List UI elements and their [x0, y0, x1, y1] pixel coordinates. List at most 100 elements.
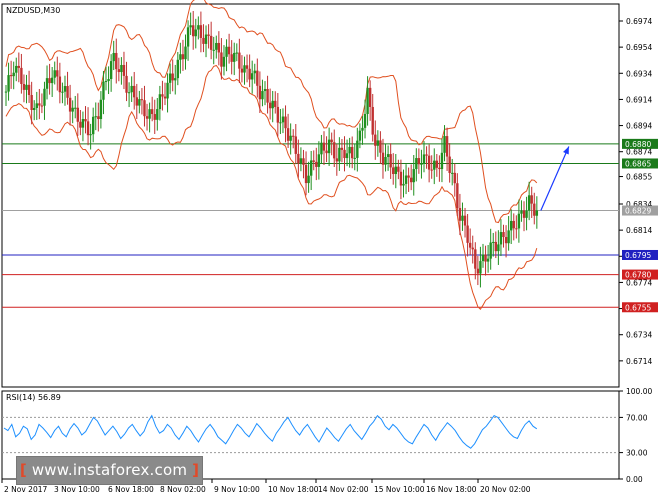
y-tick-label: 0.6894	[626, 122, 652, 131]
rsi-tick-label: 100.00	[626, 387, 652, 396]
rsi-tick-label: 30.00	[626, 449, 648, 458]
main-panel	[1, 3, 620, 388]
candle-body	[379, 140, 382, 153]
candle-body	[174, 78, 177, 81]
candle-body	[412, 169, 415, 183]
candle-body	[12, 72, 15, 77]
candle-body	[486, 258, 490, 262]
candle-body	[220, 52, 223, 67]
candle-body	[394, 166, 397, 175]
x-tick-label: 8 Nov 02:00	[160, 485, 206, 494]
candle-body	[22, 83, 26, 90]
y-tick-label: 0.6914	[626, 95, 652, 104]
rsi-tick-label: 70.00	[626, 413, 648, 422]
candle-body	[327, 139, 331, 154]
candle-body	[115, 52, 118, 70]
candle-body	[45, 78, 49, 89]
candle-body	[425, 154, 428, 156]
candle-body	[89, 134, 92, 136]
candle-body	[33, 107, 36, 111]
candle-body	[120, 64, 123, 73]
y-tick-label: 0.6934	[626, 69, 652, 78]
candle-body	[356, 140, 359, 158]
candle-body	[299, 158, 303, 164]
candle-body	[286, 128, 290, 141]
candle-body	[456, 183, 459, 209]
candle-body	[171, 73, 174, 81]
candle-body	[148, 109, 151, 119]
x-tick-label: 14 Nov 02:00	[318, 485, 369, 494]
candle-body	[204, 34, 208, 44]
candle-body	[389, 154, 392, 168]
candle-body	[443, 136, 446, 153]
candle-body	[358, 130, 362, 141]
candle-body	[466, 225, 469, 243]
candle-body	[76, 107, 80, 122]
candle-body	[522, 210, 526, 218]
candle-body	[243, 65, 246, 73]
candle-body	[20, 67, 23, 84]
candle-body	[199, 25, 203, 38]
candle-body	[368, 87, 372, 107]
candle-body	[525, 210, 528, 218]
candle-body	[527, 195, 531, 211]
candle-body	[427, 155, 431, 170]
candle-body	[97, 116, 100, 120]
candle-body	[63, 86, 67, 92]
candle-body	[453, 172, 456, 184]
candle-body	[240, 68, 244, 73]
x-tick-label: 3 Nov 10:00	[54, 485, 100, 494]
candle-body	[435, 160, 439, 168]
candle-body	[140, 99, 144, 101]
candle-body	[217, 42, 221, 53]
candle-body	[104, 81, 108, 83]
candle-body	[499, 232, 503, 245]
candle-body	[409, 177, 413, 183]
candle-body	[402, 183, 405, 186]
candle-body	[351, 146, 354, 159]
candle-body	[458, 208, 462, 221]
candle-body	[122, 64, 126, 76]
x-tick-label: 10 Nov 18:00	[268, 485, 319, 494]
candle-body	[533, 203, 536, 216]
candle-body	[489, 242, 492, 259]
candle-body	[312, 160, 315, 162]
candle-body	[161, 94, 164, 97]
candle-body	[484, 254, 487, 262]
candle-body	[258, 85, 262, 100]
candle-body	[274, 100, 277, 107]
candle-body	[520, 210, 523, 214]
candle-body	[81, 119, 85, 128]
candle-body	[235, 52, 238, 54]
watermark-text: www.instaforex.com	[26, 461, 188, 479]
candle-body	[30, 95, 33, 111]
candle-body	[463, 215, 467, 226]
candle-body	[481, 254, 485, 262]
level-label: 0.6865	[625, 159, 651, 168]
candle-body	[66, 86, 69, 98]
candle-body	[340, 147, 344, 150]
candle-body	[35, 103, 38, 108]
candle-body	[266, 88, 269, 103]
candle-body	[9, 75, 13, 77]
candle-body	[138, 99, 141, 106]
candle-body	[509, 220, 513, 231]
candle-body	[38, 103, 41, 106]
level-label: 0.6780	[625, 271, 651, 280]
candle-body	[25, 84, 28, 90]
candle-body	[315, 161, 318, 167]
candle-body	[207, 34, 210, 36]
candle-body	[422, 154, 426, 164]
candle-body	[176, 59, 180, 79]
candle-body	[130, 85, 133, 93]
candle-body	[309, 160, 313, 176]
candle-body	[366, 87, 369, 114]
candle-body	[74, 107, 77, 109]
candle-body	[497, 244, 500, 252]
candle-body	[371, 106, 374, 135]
level-label: 0.6795	[625, 251, 651, 260]
candle-body	[145, 116, 149, 119]
y-tick-label: 0.6774	[626, 278, 652, 287]
candle-body	[179, 54, 182, 60]
candle-body	[502, 232, 505, 238]
